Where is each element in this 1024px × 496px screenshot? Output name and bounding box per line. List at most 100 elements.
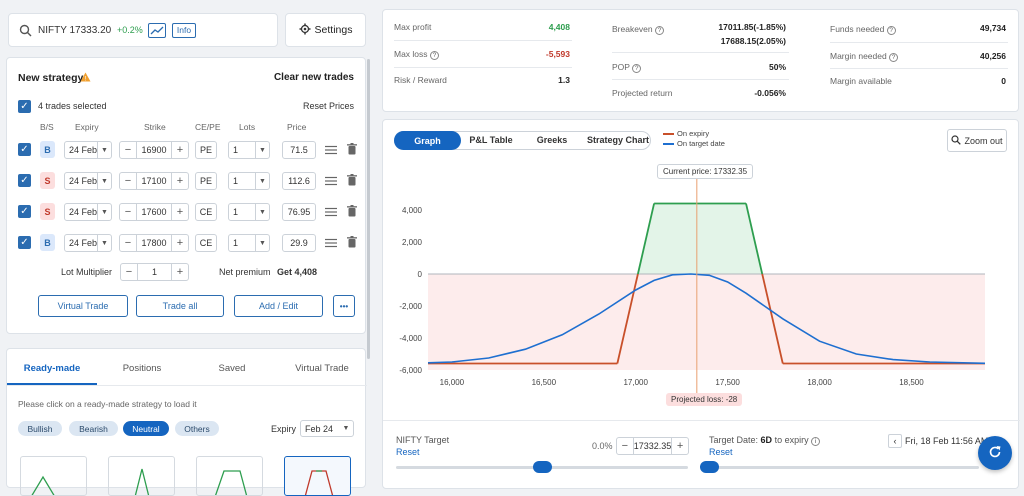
help-icon[interactable]: ? xyxy=(429,51,439,60)
delete-icon[interactable] xyxy=(347,205,357,219)
trade-strike-value[interactable]: 17600 xyxy=(136,204,172,220)
strategy-thumb-1[interactable] xyxy=(20,456,87,496)
trade-strike-stepper[interactable]: −16900 + xyxy=(119,141,189,159)
delete-icon[interactable] xyxy=(347,236,357,250)
virtual-trade-button[interactable]: Virtual Trade xyxy=(38,295,128,317)
strategy-thumb-3[interactable] xyxy=(196,456,263,496)
trade-strike-value[interactable]: 17800 xyxy=(136,235,172,251)
trade-expiry-select[interactable]: 24 Feb ▼ xyxy=(64,141,112,159)
trade-side-badge[interactable]: B xyxy=(40,234,55,251)
drag-handle-icon[interactable] xyxy=(325,145,337,157)
target-date-slider-track[interactable] xyxy=(709,466,979,469)
minus-icon[interactable]: − xyxy=(120,235,136,251)
trade-expiry-select[interactable]: 24 Feb ▼ xyxy=(64,172,112,190)
nifty-target-stepper[interactable]: − 17332.35 + xyxy=(616,437,689,455)
target-date-label: Target Date: 6D to expiry i xyxy=(709,435,821,446)
trade-all-button[interactable]: Trade all xyxy=(136,295,224,317)
drag-handle-icon[interactable] xyxy=(325,238,337,250)
more-options-button[interactable]: ••• xyxy=(333,295,355,317)
minus-icon[interactable]: − xyxy=(617,438,633,454)
tab-positions[interactable]: Positions xyxy=(97,363,187,374)
lot-multiplier-label: Lot Multiplier xyxy=(61,267,113,277)
trade-strike-stepper[interactable]: −17100 + xyxy=(119,172,189,190)
strategy-thumb-4[interactable] xyxy=(284,456,351,496)
trade-price-input[interactable]: 29.9 xyxy=(282,234,316,252)
lot-multiplier-stepper[interactable]: − 1 + xyxy=(120,263,189,281)
drag-handle-icon[interactable] xyxy=(325,176,337,188)
trade-expiry-select[interactable]: 24 Feb ▼ xyxy=(64,203,112,221)
settings-button[interactable]: Settings xyxy=(285,13,366,47)
trade-type-field[interactable]: CE xyxy=(195,234,217,252)
tab-readymade[interactable]: Ready-made xyxy=(7,363,97,374)
trade-lots-select[interactable]: 1 ▼ xyxy=(228,141,270,159)
target-date-slider-thumb[interactable] xyxy=(700,461,719,473)
symbol-search-box[interactable]: NIFTY 17333.20 +0.2% Info xyxy=(8,13,278,47)
add-edit-button[interactable]: Add / Edit xyxy=(234,295,323,317)
refresh-button[interactable] xyxy=(978,436,1012,470)
info-icon[interactable]: i xyxy=(811,437,821,446)
chip-others[interactable]: Others xyxy=(175,421,219,436)
plus-icon[interactable]: + xyxy=(672,438,688,454)
trade-lots-select[interactable]: 1 ▼ xyxy=(228,172,270,190)
minus-icon[interactable]: − xyxy=(120,173,136,189)
help-icon[interactable]: ? xyxy=(886,26,896,35)
help-icon[interactable]: ? xyxy=(889,53,899,62)
minus-icon[interactable]: − xyxy=(120,142,136,158)
nifty-target-value[interactable]: 17332.35 xyxy=(632,438,673,454)
trade-type-field[interactable]: PE xyxy=(195,141,217,159)
minus-icon[interactable]: − xyxy=(120,204,136,220)
trade-price-input[interactable]: 76.95 xyxy=(282,203,316,221)
trade-side-badge[interactable]: B xyxy=(40,141,55,158)
trade-side-badge[interactable]: S xyxy=(40,203,55,220)
reset-prices-button[interactable]: Reset Prices xyxy=(303,101,354,111)
tab-virtual-trade[interactable]: Virtual Trade xyxy=(277,363,367,374)
trade-row-checkbox[interactable]: ✓ xyxy=(18,174,31,187)
date-prev-button[interactable]: ‹ xyxy=(888,434,902,448)
minus-icon[interactable]: − xyxy=(121,264,137,280)
plus-icon[interactable]: + xyxy=(172,204,188,220)
trade-expiry-select[interactable]: 24 Feb ▼ xyxy=(64,234,112,252)
select-all-checkbox[interactable]: ✓ xyxy=(18,100,31,113)
trade-side-badge[interactable]: S xyxy=(40,172,55,189)
trade-type-field[interactable]: CE xyxy=(195,203,217,221)
max-profit-value: 4,408 xyxy=(548,22,570,32)
info-button[interactable]: Info xyxy=(172,23,196,38)
trade-type-field[interactable]: PE xyxy=(195,172,217,190)
delete-icon[interactable] xyxy=(347,143,357,157)
trade-price-input[interactable]: 71.5 xyxy=(282,141,316,159)
trade-strike-stepper[interactable]: −17600 + xyxy=(119,203,189,221)
trade-row-checkbox[interactable]: ✓ xyxy=(18,205,31,218)
help-icon[interactable]: ? xyxy=(632,64,642,73)
lot-multiplier-value[interactable]: 1 xyxy=(137,264,172,280)
header-expiry: Expiry xyxy=(75,122,99,132)
margin-needed-value: 40,256 xyxy=(980,51,1006,61)
help-icon[interactable]: ? xyxy=(655,26,665,35)
chip-bearish[interactable]: Bearish xyxy=(69,421,118,436)
left-scrollbar[interactable] xyxy=(367,59,370,359)
nifty-target-reset[interactable]: Reset xyxy=(396,447,420,457)
strategy-thumb-2[interactable] xyxy=(108,456,175,496)
trade-strike-value[interactable]: 16900 xyxy=(136,142,172,158)
trade-row-checkbox[interactable]: ✓ xyxy=(18,143,31,156)
plus-icon[interactable]: + xyxy=(172,235,188,251)
plus-icon[interactable]: + xyxy=(172,173,188,189)
trade-lots-select[interactable]: 1 ▼ xyxy=(228,203,270,221)
plus-icon[interactable]: + xyxy=(172,264,188,280)
drag-handle-icon[interactable] xyxy=(325,207,337,219)
chip-bullish[interactable]: Bullish xyxy=(18,421,62,436)
delete-icon[interactable] xyxy=(347,174,357,188)
trade-lots-select[interactable]: 1 ▼ xyxy=(228,234,270,252)
trade-strike-stepper[interactable]: −17800 + xyxy=(119,234,189,252)
trade-row-checkbox[interactable]: ✓ xyxy=(18,236,31,249)
clear-new-trades-button[interactable]: Clear new trades xyxy=(274,72,354,83)
trade-strike-value[interactable]: 17100 xyxy=(136,173,172,189)
tab-saved[interactable]: Saved xyxy=(187,363,277,374)
expiry-select[interactable]: Feb 24 ▼ xyxy=(300,420,354,437)
plus-icon[interactable]: + xyxy=(172,142,188,158)
nifty-target-slider-thumb[interactable] xyxy=(533,461,552,473)
trade-price-input[interactable]: 112.6 xyxy=(282,172,316,190)
target-date-reset[interactable]: Reset xyxy=(709,447,733,457)
chip-neutral[interactable]: Neutral xyxy=(123,421,169,436)
trend-chart-icon[interactable] xyxy=(148,23,166,38)
y-tick-label: -2,000 xyxy=(399,302,422,311)
